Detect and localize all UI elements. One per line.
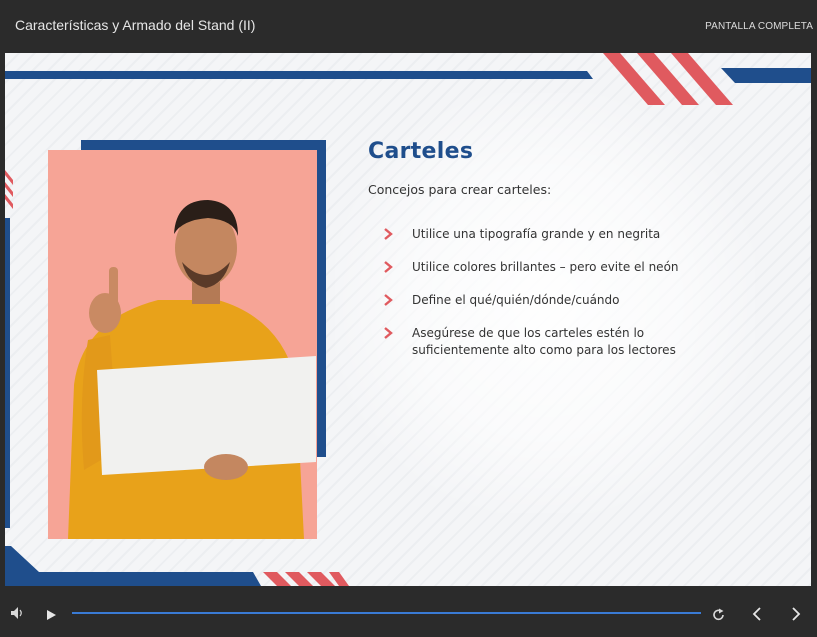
- slide-intro: Concejos para crear carteles:: [368, 182, 552, 197]
- fullscreen-button[interactable]: PANTALLA COMPLETA: [705, 21, 813, 32]
- chevron-right-icon: [384, 261, 393, 273]
- chevron-right-icon: [384, 294, 393, 306]
- top-decoration: [5, 53, 811, 105]
- replay-icon[interactable]: [712, 608, 726, 622]
- list-item-text: Utilice colores brillantes – pero evite …: [412, 260, 679, 274]
- tips-list: Utilice una tipografía grande y en negri…: [383, 226, 743, 375]
- list-item: Utilice una tipografía grande y en negri…: [383, 226, 743, 243]
- list-item: Utilice colores brillantes – pero evite …: [383, 259, 743, 276]
- person-holding-sign-image: [48, 150, 317, 539]
- chevron-right-icon: [384, 327, 393, 339]
- play-icon[interactable]: [45, 609, 57, 621]
- title-bar: Características y Armado del Stand (II) …: [0, 0, 817, 53]
- volume-icon[interactable]: [10, 606, 24, 620]
- slide-heading: Carteles: [368, 139, 474, 164]
- player-controls: [0, 586, 817, 637]
- chevron-left-icon[interactable]: [751, 607, 763, 621]
- list-item: Define el qué/quién/dónde/cuándo: [383, 292, 743, 309]
- course-title: Características y Armado del Stand (II): [15, 17, 256, 33]
- list-item: Asegúrese de que los carteles estén lo s…: [383, 325, 743, 359]
- slide-canvas: Carteles Concejos para crear carteles: U…: [5, 53, 811, 586]
- list-item-text: Utilice una tipografía grande y en negri…: [412, 227, 661, 241]
- left-edge-decoration: [5, 170, 13, 528]
- bottom-decoration: [5, 546, 349, 586]
- progress-bar[interactable]: [72, 612, 701, 614]
- chevron-right-icon: [384, 228, 393, 240]
- chevron-right-icon[interactable]: [790, 607, 802, 621]
- list-item-text: Define el qué/quién/dónde/cuándo: [412, 293, 620, 307]
- list-item-text: Asegúrese de que los carteles estén lo s…: [412, 326, 676, 357]
